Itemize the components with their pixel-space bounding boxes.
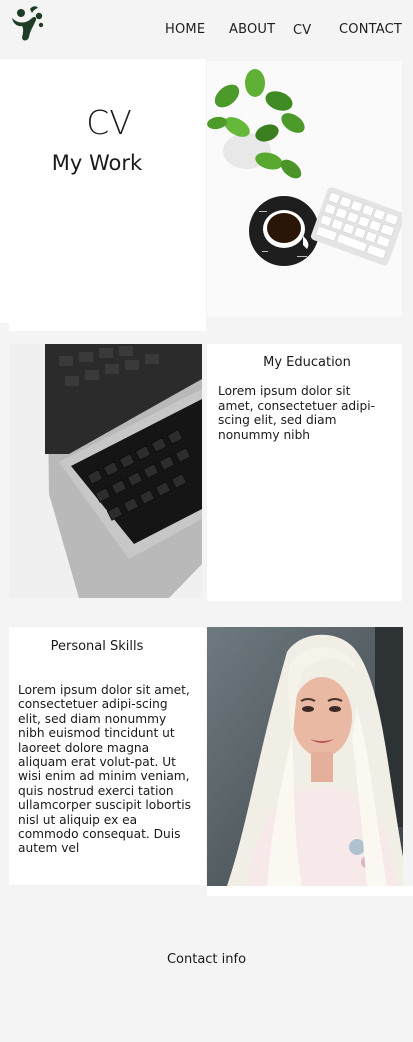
laptop-keyboard-image [9, 344, 202, 598]
education-card [207, 344, 402, 601]
skills-title: Personal Skills [50, 639, 144, 654]
education-title: My Education [263, 355, 351, 370]
contact-section [0, 896, 413, 1042]
nav-cv-link[interactable]: CV [293, 23, 311, 38]
page-title: CV [86, 103, 132, 142]
education-text: Lorem ipsum dolor sit amet, consectetuer… [218, 384, 376, 442]
skills-text: Lorem ipsum dolor sit amet, consectetuer… [18, 683, 191, 856]
desk-with-plant-coffee-keyboard-image [207, 61, 402, 317]
portrait-blonde-woman-image [207, 627, 403, 886]
hero-panel [0, 59, 206, 323]
page-subtitle: My Work [51, 151, 143, 175]
hero-panel-edge [9, 323, 206, 331]
contact-info-label[interactable]: Contact info [0, 952, 413, 967]
nav-home-link[interactable]: HOME [165, 22, 205, 37]
nav-about-link[interactable]: ABOUT [229, 22, 275, 37]
dancing-figure-logo-icon[interactable] [8, 4, 46, 44]
nav-contact-link[interactable]: CONTACT [339, 22, 402, 37]
